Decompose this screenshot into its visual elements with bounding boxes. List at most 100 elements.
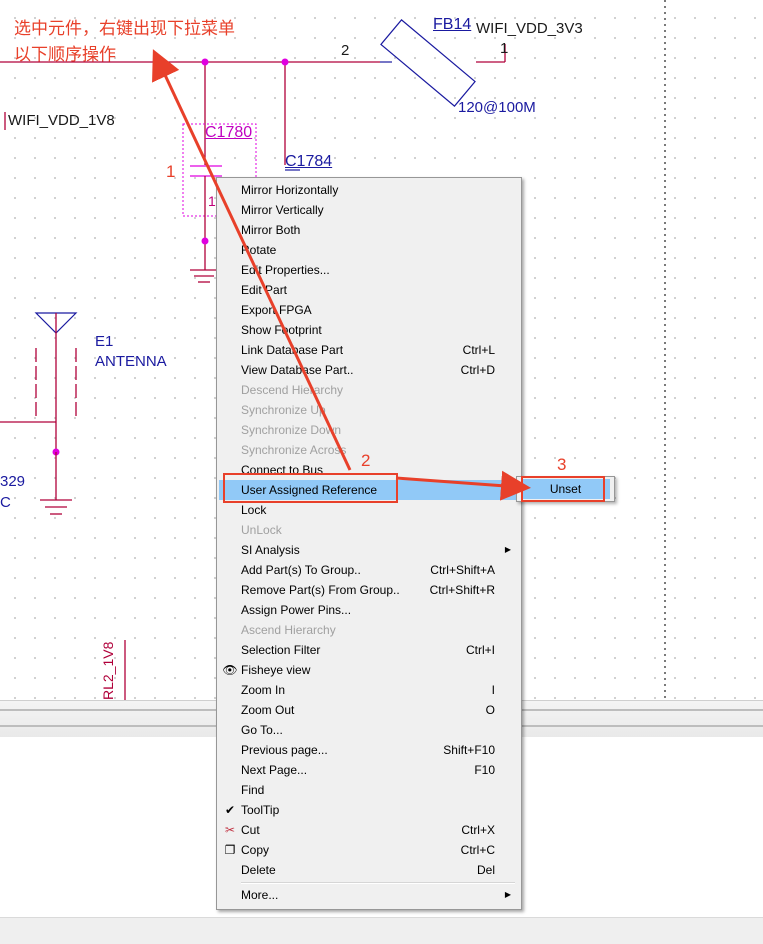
menu-item-label: Selection Filter (241, 643, 321, 657)
menu-item-delete[interactable]: Delete Del (219, 860, 519, 880)
menu-item-show-footprint[interactable]: Show Footprint (219, 320, 519, 340)
menu-item-label: Edit Properties... (241, 263, 330, 277)
c1780-ref[interactable]: C1780 (205, 124, 252, 142)
menu-item-label: Delete (241, 863, 276, 877)
menu-item-label: Link Database Part (241, 343, 344, 357)
context-menu: Mirror Horizontally Mirror Vertically Mirr… (216, 177, 522, 910)
menu-item-label: SI Analysis (241, 543, 300, 557)
menu-item-shortcut: Ctrl+Shift+R (429, 583, 495, 597)
menu-item-rotate[interactable]: Rotate (219, 240, 519, 260)
menu-item-synchronize-down: Synchronize Down (219, 420, 519, 440)
menu-item-fisheye-view[interactable]: 👁 Fisheye view (219, 660, 519, 680)
menu-item-label: Cut (241, 823, 260, 837)
menu-item-mirror-horizontally[interactable]: Mirror Horizontally (219, 180, 519, 200)
annotation-line1: 选中元件，右键出现下拉菜单 (14, 19, 235, 38)
menu-item-label: Zoom Out (241, 703, 295, 717)
menu-item-label: Fisheye view (241, 663, 311, 677)
e1-value: ANTENNA (95, 353, 167, 370)
menu-item-remove-part-s-from-group[interactable]: Remove Part(s) From Group.. Ctrl+Shift+R (219, 580, 519, 600)
menu-item-label: Edit Part (241, 283, 288, 297)
menu-item-label: Zoom In (241, 683, 286, 697)
status-bar (0, 917, 763, 944)
partial-net-rl2: RL2_1V8 (100, 641, 116, 700)
annotation-line2: 以下顺序操作 (14, 45, 116, 64)
menu-item-label: Go To... (241, 723, 283, 737)
submenu-arrow-icon: ▶ (504, 890, 511, 899)
menu-item-shortcut: I (491, 683, 495, 697)
menu-item-zoom-in[interactable]: Zoom In I (219, 680, 519, 700)
menu-item-edit-properties[interactable]: Edit Properties... (219, 260, 519, 280)
annotation-box-step3 (521, 476, 605, 502)
menu-item-more[interactable]: More... ▶ (219, 885, 519, 905)
e1-ref[interactable]: E1 (95, 333, 113, 350)
menu-item-label: Rotate (241, 243, 277, 257)
menu-item-shortcut: O (485, 703, 495, 717)
menu-item-link-database-part[interactable]: Link Database Part Ctrl+L (219, 340, 519, 360)
menu-item-descend-hierarchy: Descend Hierarchy (219, 380, 519, 400)
menu-item-edit-part[interactable]: Edit Part (219, 280, 519, 300)
menu-item-label: View Database Part.. (241, 363, 354, 377)
fb14-value: 120@100M (458, 99, 536, 116)
menu-item-label: Assign Power Pins... (241, 603, 352, 617)
menu-separator (241, 882, 515, 884)
partial-net-329: 329 (0, 473, 26, 490)
menu-item-label: Descend Hierarchy (241, 383, 344, 397)
menu-item-mirror-both[interactable]: Mirror Both (219, 220, 519, 240)
pin-1-label: 1 (500, 40, 509, 57)
menu-item-shortcut: Ctrl+D (460, 363, 495, 377)
menu-item-label: Previous page... (241, 743, 328, 757)
c1784-ref[interactable]: C1784 (285, 153, 332, 171)
menu-item-export-fpga[interactable]: Export FPGA (219, 300, 519, 320)
menu-item-shortcut: Ctrl+I (465, 643, 495, 657)
menu-item-label: Copy (241, 843, 270, 857)
step-1-label: 1 (166, 162, 176, 181)
menu-item-label: More... (241, 888, 279, 902)
menu-item-shortcut: Ctrl+C (460, 843, 495, 857)
net-label-3v3: WIFI_VDD_3V3 (476, 20, 583, 37)
net-label-1v8: WIFI_VDD_1V8 (8, 112, 115, 129)
menu-item-cut[interactable]: ✂ Cut Ctrl+X (219, 820, 519, 840)
partial-net-c: C (0, 494, 11, 511)
menu-item-label: ToolTip (241, 803, 280, 817)
menu-item-find[interactable]: Find (219, 780, 519, 800)
menu-item-add-part-s-to-group[interactable]: Add Part(s) To Group.. Ctrl+Shift+A (219, 560, 519, 580)
menu-item-tooltip[interactable]: ✔ ToolTip (219, 800, 519, 820)
menu-item-label: Lock (241, 503, 267, 517)
pin-2-label: 2 (341, 42, 350, 59)
menu-item-label: Add Part(s) To Group.. (241, 563, 361, 577)
menu-item-assign-power-pins[interactable]: Assign Power Pins... (219, 600, 519, 620)
eye-icon: 👁 (222, 663, 238, 677)
step-3-label: 3 (557, 455, 567, 474)
copy-icon: ❐ (224, 843, 236, 857)
menu-item-label: Synchronize Up (241, 403, 326, 417)
annotation-box-step2 (223, 473, 398, 503)
menu-item-label: Remove Part(s) From Group.. (241, 583, 400, 597)
fb14-ref[interactable]: FB14 (433, 16, 471, 34)
menu-item-mirror-vertically[interactable]: Mirror Vertically (219, 200, 519, 220)
menu-item-label: UnLock (241, 523, 282, 537)
menu-item-shortcut: Del (476, 863, 495, 877)
scissors-icon: ✂ (224, 823, 236, 837)
menu-item-shortcut: Ctrl+Shift+A (430, 563, 495, 577)
menu-item-label: Ascend Hierarchy (241, 623, 336, 637)
menu-item-zoom-out[interactable]: Zoom Out O (219, 700, 519, 720)
menu-item-go-to[interactable]: Go To... (219, 720, 519, 740)
menu-item-shortcut: F10 (474, 763, 495, 777)
menu-item-previous-page[interactable]: Previous page... Shift+F10 (219, 740, 519, 760)
menu-item-si-analysis[interactable]: SI Analysis ▶ (219, 540, 519, 560)
menu-item-selection-filter[interactable]: Selection Filter Ctrl+I (219, 640, 519, 660)
menu-item-label: Synchronize Across (241, 443, 347, 457)
c1780-pin-label: 1 (208, 193, 216, 209)
menu-item-next-page[interactable]: Next Page... F10 (219, 760, 519, 780)
menu-item-label: Mirror Horizontally (241, 183, 339, 197)
menu-item-label: Mirror Both (241, 223, 301, 237)
step-2-label: 2 (361, 451, 371, 470)
menu-item-synchronize-up: Synchronize Up (219, 400, 519, 420)
submenu-arrow-icon: ▶ (504, 485, 511, 494)
menu-item-lock[interactable]: Lock (219, 500, 519, 520)
menu-item-label: Find (241, 783, 265, 797)
menu-item-shortcut: Ctrl+X (461, 823, 495, 837)
checkmark-icon: ✔ (224, 803, 236, 817)
menu-item-copy[interactable]: ❐ Copy Ctrl+C (219, 840, 519, 860)
menu-item-view-database-part[interactable]: View Database Part.. Ctrl+D (219, 360, 519, 380)
